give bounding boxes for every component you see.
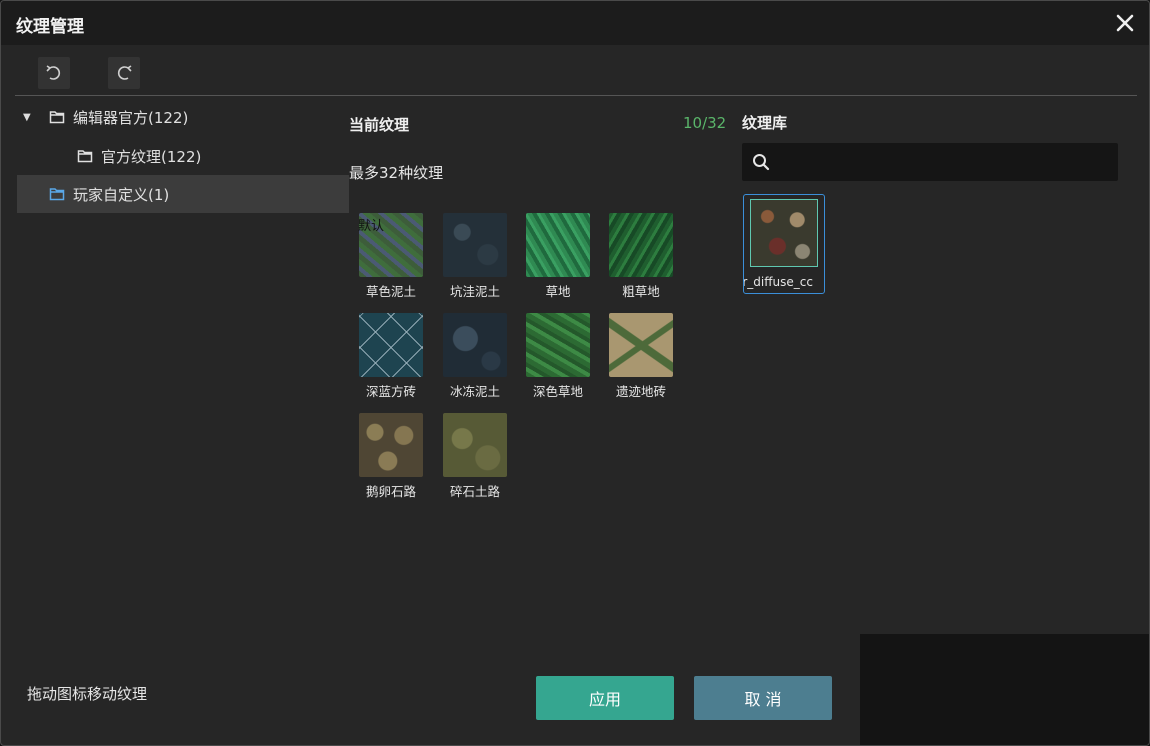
search-icon: [753, 154, 770, 171]
folder-icon: [49, 188, 65, 201]
texture-slot-dark-grass[interactable]: 深色草地: [526, 313, 590, 400]
texture-limit-note: 最多32种纹理: [349, 164, 444, 182]
redo-button[interactable]: [108, 57, 140, 89]
toolbar-divider: [15, 95, 1137, 96]
rough-grass-texture-icon: [609, 213, 673, 277]
library-texture-item[interactable]: ar_diffuse_cc: [743, 194, 825, 294]
tree-item-label: 玩家自定义(1): [73, 185, 170, 204]
pitted-mud-texture-icon: [443, 213, 507, 277]
texture-slot-pitted-mud[interactable]: 坑洼泥土: [443, 213, 507, 300]
current-textures-title: 当前纹理: [349, 116, 410, 134]
undo-button[interactable]: [38, 57, 70, 89]
default-tag: 默认: [358, 219, 385, 234]
texture-slot-cobblestone[interactable]: 鹅卵石路: [359, 413, 423, 500]
texture-label: 冰冻泥土: [449, 384, 500, 399]
tree-item-editor-official[interactable]: ▼ 编辑器官方(122): [17, 98, 349, 136]
close-button[interactable]: [1111, 9, 1139, 37]
redo-icon: [117, 65, 132, 80]
texture-slot-grass-dirt[interactable]: 默认 草色泥土: [358, 213, 423, 300]
texture-label: 鹅卵石路: [365, 484, 416, 499]
texture-label: 遗迹地砖: [615, 384, 666, 399]
library-search-field[interactable]: [742, 143, 1118, 181]
texture-slot-grass[interactable]: 草地: [526, 213, 590, 300]
texture-label: 粗草地: [622, 284, 660, 299]
cobblestone-texture-icon: [359, 413, 423, 477]
tree-item-official-textures[interactable]: 官方纹理(122): [17, 137, 349, 175]
apply-button[interactable]: 应用: [536, 676, 674, 720]
texture-label: 草地: [545, 284, 571, 299]
gravel-road-texture-icon: [443, 413, 507, 477]
background-overlap: [860, 634, 1149, 745]
texture-label: 草色泥土: [365, 284, 416, 299]
window-title: 纹理管理: [16, 17, 84, 37]
expand-arrow-icon[interactable]: ▼: [23, 112, 37, 123]
texture-library-title: 纹理库: [742, 114, 788, 132]
texture-slot-ruins-tile[interactable]: 遗迹地砖: [609, 313, 673, 400]
texture-slot-gravel-road[interactable]: 碎石土路: [443, 413, 507, 500]
texture-label: 深蓝方砖: [365, 384, 416, 399]
texture-label: 深色草地: [532, 384, 583, 399]
dark-blue-tile-texture-icon: [359, 313, 423, 377]
texture-slot-dark-blue-tile[interactable]: 深蓝方砖: [359, 313, 423, 400]
search-input[interactable]: [776, 149, 1110, 177]
title-bar: 纹理管理: [1, 1, 1149, 45]
dark-grass-texture-icon: [526, 313, 590, 377]
custom-texture-thumbnail-icon: [750, 199, 818, 267]
drag-hint: 拖动图标移动纹理: [27, 685, 148, 703]
texture-count: 10/32: [683, 114, 727, 132]
texture-label: 坑洼泥土: [449, 284, 500, 299]
ruins-tile-texture-icon: [609, 313, 673, 377]
undo-icon: [46, 65, 61, 80]
tree-item-label: 官方纹理(122): [101, 147, 202, 166]
close-icon: [1116, 14, 1134, 32]
tree-item-player-custom[interactable]: 玩家自定义(1): [17, 175, 349, 213]
folder-icon: [77, 150, 93, 163]
folder-icon: [49, 111, 65, 124]
tree-item-label: 编辑器官方(122): [73, 108, 189, 127]
texture-slot-rough-grass[interactable]: 粗草地: [609, 213, 673, 300]
texture-label: 碎石土路: [449, 484, 500, 499]
frozen-mud-texture-icon: [443, 313, 507, 377]
grass-texture-icon: [526, 213, 590, 277]
texture-manager-dialog: 纹理管理 ▼ 编辑器官方(122) 官方纹理(122) 玩家自定义(1) 当前纹…: [0, 0, 1150, 746]
texture-slot-frozen-mud[interactable]: 冰冻泥土: [443, 313, 507, 400]
cancel-button[interactable]: 取 消: [694, 676, 832, 720]
library-item-label: ar_diffuse_cc: [744, 275, 813, 289]
